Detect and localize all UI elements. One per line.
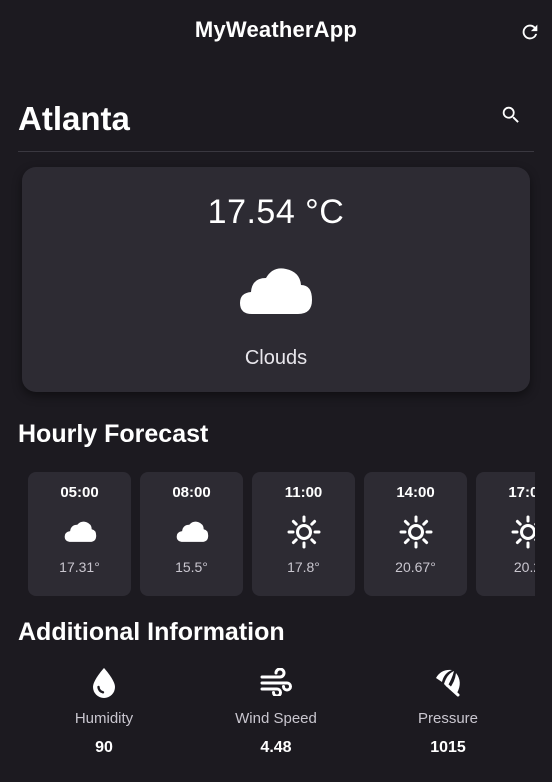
divider [18, 151, 534, 152]
app-bar: MyWeatherApp [0, 0, 552, 64]
additional-info-title: Additional Information [18, 618, 285, 646]
cloud-icon [64, 521, 97, 542]
hour-temp: 20.67° [395, 559, 436, 575]
info-label: Humidity [74, 710, 134, 727]
hourly-item: 11:00 17.8° [252, 472, 355, 596]
info-humidity: Humidity 90 [34, 664, 174, 757]
search-button[interactable] [498, 102, 524, 128]
hour-time: 14:00 [396, 484, 435, 501]
weather-app: MyWeatherApp Atlanta 17.54 °C Clouds Hou… [0, 0, 552, 782]
info-value: 4.48 [260, 739, 292, 756]
sun-icon [399, 515, 433, 549]
sun-icon [287, 515, 321, 549]
hour-time: 17:00 [508, 484, 535, 501]
hourly-forecast-title: Hourly Forecast [18, 420, 209, 448]
water-drop-icon [93, 668, 115, 698]
current-condition: Clouds [244, 347, 308, 369]
hour-temp: 20.2 [513, 559, 535, 575]
hour-temp: 17.8° [287, 559, 320, 575]
info-pressure: Pressure 1015 [378, 664, 518, 757]
hourly-item: 08:00 15.5° [140, 472, 243, 596]
info-value: 1015 [430, 739, 466, 756]
refresh-icon [522, 24, 538, 40]
city-row: Atlanta [18, 96, 534, 146]
hour-temp: 15.5° [175, 559, 208, 575]
hour-time: 11:00 [284, 484, 323, 501]
cloud-icon [240, 268, 312, 314]
hourly-forecast-list[interactable]: 05:00 17.31° 08:00 15.5° 11:00 17.8° 14:… [28, 472, 535, 597]
hour-temp: 17.31° [59, 559, 100, 575]
hour-time: 08:00 [172, 484, 211, 501]
hourly-item: 14:00 20.67° [364, 472, 467, 596]
info-label: Pressure [417, 710, 479, 727]
sun-icon [511, 515, 535, 549]
hourly-item: 05:00 17.31° [28, 472, 131, 596]
refresh-button[interactable] [514, 18, 546, 46]
info-value: 90 [95, 739, 113, 756]
beach-umbrella-icon [436, 669, 460, 697]
info-wind-speed: Wind Speed 4.48 [206, 664, 346, 757]
info-label: Wind Speed [235, 710, 317, 727]
search-icon [502, 106, 519, 123]
cloud-icon [176, 521, 209, 542]
city-name: Atlanta [18, 100, 130, 137]
current-temperature: 17.54 °C [207, 193, 345, 231]
wind-icon [260, 668, 292, 696]
hourly-item: 17:00 20.2 [476, 472, 535, 596]
app-title: MyWeatherApp [194, 17, 358, 42]
hour-time: 05:00 [60, 484, 99, 501]
